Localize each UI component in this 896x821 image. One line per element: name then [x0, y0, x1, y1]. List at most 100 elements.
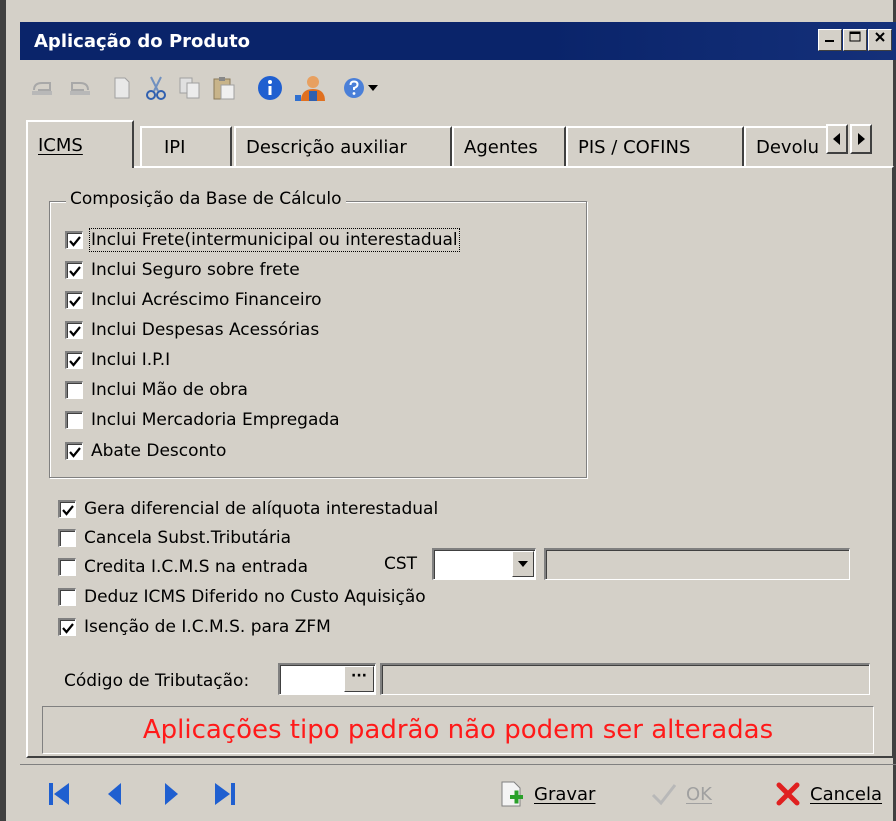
- tab-descricao-auxiliar[interactable]: Descrição auxiliar: [234, 126, 452, 166]
- save-button[interactable]: Gravar: [498, 777, 595, 811]
- minimize-icon: [825, 40, 834, 42]
- checkbox-box[interactable]: [65, 291, 83, 309]
- checkbox-label: Deduz ICMS Diferido no Custo Aquisição: [84, 587, 426, 607]
- tab-label: Devolu: [756, 136, 820, 158]
- tab-label: IPI: [164, 136, 186, 158]
- checkbox-label: Abate Desconto: [91, 441, 227, 461]
- checkbox-inclui-acrescimo[interactable]: Inclui Acréscimo Financeiro: [65, 289, 322, 311]
- tab-ipi[interactable]: IPI: [140, 126, 232, 166]
- title-bar[interactable]: Aplicação do Produto: [20, 22, 896, 60]
- save-icon: [498, 780, 526, 808]
- checkbox-inclui-despesas[interactable]: Inclui Despesas Acessórias: [65, 319, 319, 341]
- checkbox-isencao-zfm[interactable]: Isenção de I.C.M.S. para ZFM: [58, 616, 331, 638]
- previous-icon: [108, 783, 121, 805]
- cst-combobox[interactable]: [432, 548, 536, 580]
- chevron-down-icon: [368, 85, 378, 91]
- copy-icon: [179, 77, 200, 99]
- codigo-tributacao-label: Código de Tributação:: [64, 671, 250, 691]
- tab-scroll-left-button[interactable]: [826, 124, 848, 154]
- tab-label: ICMS: [38, 134, 83, 156]
- info-icon: [258, 76, 282, 100]
- window-title: Aplicação do Produto: [34, 31, 251, 52]
- close-icon: [774, 780, 802, 808]
- help-button[interactable]: [340, 74, 368, 102]
- tab-label: Descrição auxiliar: [246, 136, 407, 158]
- checkbox-label: Inclui Despesas Acessórias: [91, 320, 320, 340]
- cancel-button[interactable]: Cancela: [774, 777, 882, 811]
- user-button[interactable]: [292, 74, 326, 102]
- checkbox-inclui-seguro[interactable]: Inclui Seguro sobre frete: [65, 259, 300, 281]
- checkbox-label: Inclui Frete(intermunicipal ou interesta…: [89, 228, 460, 252]
- cst-label: CST: [384, 554, 418, 574]
- copy-button[interactable]: [176, 74, 204, 102]
- cancel-label: Cancela: [810, 783, 883, 805]
- info-button[interactable]: [256, 74, 284, 102]
- paste-button[interactable]: [210, 74, 238, 102]
- checkbox-box[interactable]: [58, 588, 76, 606]
- help-icon: [344, 78, 364, 98]
- next-record-button[interactable]: [156, 779, 186, 809]
- checkmark-icon: [68, 446, 81, 458]
- next-icon: [165, 783, 178, 805]
- checkmark-icon: [68, 295, 81, 307]
- redo-icon: [70, 82, 90, 95]
- tab-label: PIS / COFINS: [578, 136, 691, 158]
- checkbox-box[interactable]: [65, 231, 83, 249]
- cut-button[interactable]: [142, 74, 170, 102]
- tab-agentes[interactable]: Agentes: [452, 126, 566, 166]
- undo-button[interactable]: [28, 74, 56, 102]
- checkbox-gera-diferencial[interactable]: Gera diferencial de alíquota interestadu…: [58, 498, 438, 520]
- checkbox-box[interactable]: [65, 442, 83, 460]
- ok-button[interactable]: OK: [650, 777, 712, 811]
- status-message: Aplicações tipo padrão não podem ser alt…: [42, 706, 874, 754]
- tab-icms[interactable]: ICMS: [26, 120, 134, 168]
- checkbox-label: Cancela Subst.Tributária: [84, 528, 292, 548]
- checkbox-abate-desconto[interactable]: Abate Desconto: [65, 440, 226, 462]
- checkbox-box[interactable]: [65, 351, 83, 369]
- new-document-button[interactable]: [108, 74, 136, 102]
- checkbox-credita-icms[interactable]: Credita I.C.M.S na entrada: [58, 556, 308, 578]
- cst-description-field: [544, 548, 850, 580]
- ok-label: OK: [686, 783, 712, 805]
- help-dropdown-button[interactable]: [365, 74, 381, 102]
- bottom-navigation-bar: Gravar OK Cancela: [20, 764, 896, 821]
- checkbox-box[interactable]: [65, 381, 83, 399]
- checkbox-deduz-icms[interactable]: Deduz ICMS Diferido no Custo Aquisição: [58, 586, 426, 608]
- checkbox-box[interactable]: [65, 321, 83, 339]
- checkbox-label: Inclui Acréscimo Financeiro: [91, 290, 322, 310]
- checkbox-inclui-frete[interactable]: Inclui Frete(intermunicipal ou interesta…: [65, 228, 460, 252]
- checkmark-icon: [650, 780, 678, 808]
- codigo-lookup-button[interactable]: ···: [344, 666, 374, 692]
- previous-record-button[interactable]: [100, 779, 130, 809]
- last-record-button[interactable]: [210, 779, 240, 809]
- checkbox-cancela-subst[interactable]: Cancela Subst.Tributária: [58, 527, 291, 549]
- codigo-description-field: [380, 663, 870, 695]
- checkbox-label: Inclui I.P.I: [91, 350, 171, 370]
- maximize-button[interactable]: [843, 29, 867, 51]
- last-icon: [215, 783, 235, 805]
- redo-button[interactable]: [66, 74, 94, 102]
- tab-page-icms: Composição da Base de Cálculo Inclui Fre…: [26, 166, 894, 758]
- checkmark-icon: [68, 265, 81, 277]
- cst-dropdown-button[interactable]: [512, 551, 534, 577]
- checkbox-inclui-mercadoria[interactable]: Inclui Mercadoria Empregada: [65, 409, 340, 431]
- checkbox-box[interactable]: [58, 618, 76, 636]
- checkbox-label: Isenção de I.C.M.S. para ZFM: [84, 617, 331, 637]
- codigo-tributacao-input[interactable]: ···: [278, 663, 376, 695]
- checkbox-box[interactable]: [65, 261, 83, 279]
- checkbox-inclui-mao-de-obra[interactable]: Inclui Mão de obra: [65, 379, 248, 401]
- close-button[interactable]: [868, 29, 892, 51]
- checkbox-box[interactable]: [58, 500, 76, 518]
- paste-icon: [213, 77, 235, 100]
- user-icon: [295, 76, 325, 101]
- checkbox-box[interactable]: [58, 529, 76, 547]
- checkbox-label: Gera diferencial de alíquota interestadu…: [84, 499, 439, 519]
- checkbox-box[interactable]: [58, 558, 76, 576]
- checkbox-box[interactable]: [65, 411, 83, 429]
- minimize-button[interactable]: [818, 29, 842, 51]
- checkbox-label: Inclui Mão de obra: [91, 380, 248, 400]
- first-record-button[interactable]: [44, 779, 74, 809]
- checkbox-inclui-ipi[interactable]: Inclui I.P.I: [65, 349, 170, 371]
- tab-scroll-right-button[interactable]: [850, 124, 872, 154]
- tab-pis-cofins[interactable]: PIS / COFINS: [566, 126, 744, 166]
